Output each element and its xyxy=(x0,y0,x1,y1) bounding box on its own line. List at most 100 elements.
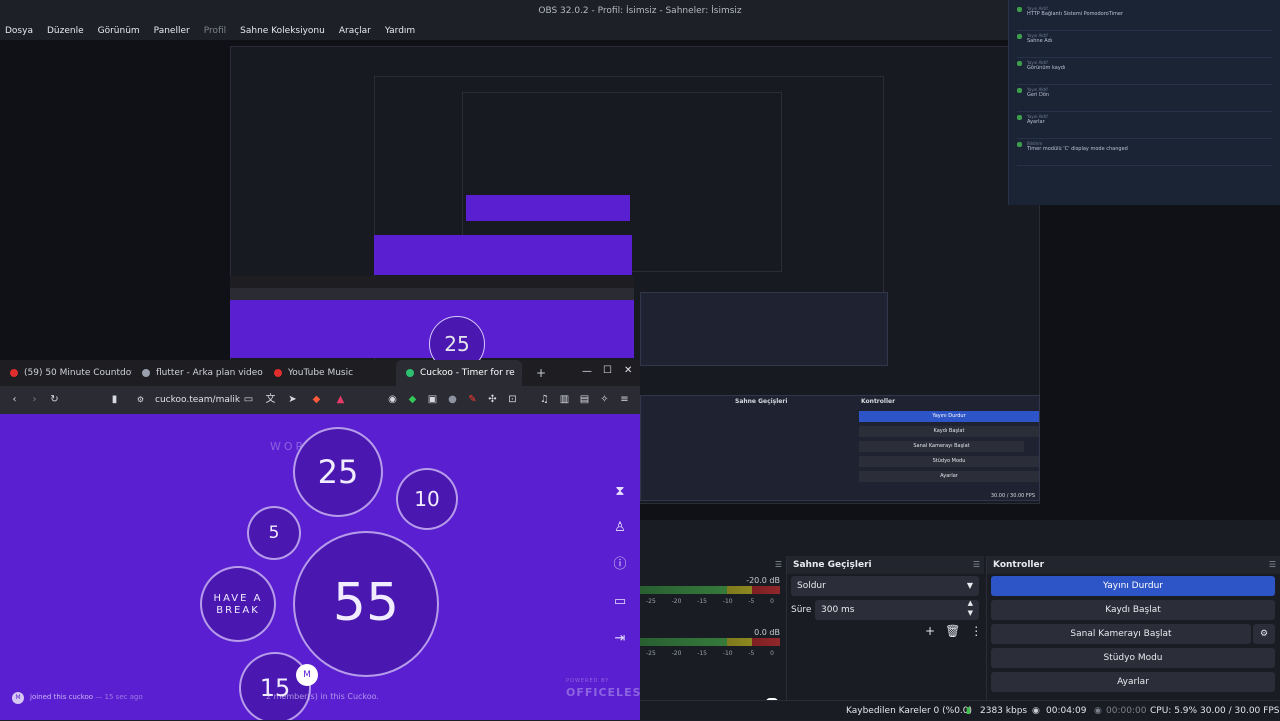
extension-2-icon[interactable]: ◆ xyxy=(406,393,419,406)
menu-dosya[interactable]: Dosya xyxy=(5,22,33,40)
tab-youtube-music[interactable]: YouTube Music xyxy=(264,360,396,386)
browser-toolbar: ‹ › ↻ ▮ ⚙ cuckoo.team/malik ▭ 文 ➤ ◆ ▲ ◉ … xyxy=(0,386,640,414)
stream-icon: ◉ xyxy=(1094,706,1102,716)
fps: 30.00 / 30.00 FPS xyxy=(1200,706,1280,716)
extension-1-icon[interactable]: ◉ xyxy=(386,393,399,406)
trash-icon[interactable]: 🗑 xyxy=(945,624,960,638)
audio-scale-2: -25 -20 -15 -10 -5 0 xyxy=(646,650,774,657)
preview-purple-2 xyxy=(374,235,632,275)
notification-item[interactable]: Bildirim Timer modülü 'C' display mode ch… xyxy=(1017,139,1272,166)
timer-15-button[interactable]: 15 xyxy=(239,652,311,720)
forward-icon[interactable]: › xyxy=(28,393,41,406)
notification-item[interactable]: Yayın Aktif Ayarlar xyxy=(1017,112,1272,139)
more-icon[interactable]: ⋮ xyxy=(970,624,982,638)
hourglass-icon[interactable]: ⧗ xyxy=(612,484,628,500)
virtual-camera-button[interactable]: Sanal Kamerayı Başlat xyxy=(991,624,1251,644)
break-button[interactable]: HAVE A BREAK xyxy=(200,566,276,642)
menu-yardim[interactable]: Yardım xyxy=(385,22,415,40)
activity-text: joined this cuckoo — 15 sec ago xyxy=(30,693,143,701)
add-icon[interactable]: + xyxy=(925,624,935,638)
dock-menu-icon[interactable]: ☰ xyxy=(973,556,980,574)
duration-label: Süre xyxy=(791,605,812,615)
back-icon[interactable]: ‹ xyxy=(8,393,21,406)
screen-icon[interactable]: ▭ xyxy=(242,393,255,406)
start-record-button[interactable]: Kaydı Başlat xyxy=(991,600,1275,620)
menu-gorunum[interactable]: Görünüm xyxy=(98,22,140,40)
logout-icon[interactable]: ⇥ xyxy=(612,631,628,647)
timer-5-button[interactable]: 5 xyxy=(247,506,301,560)
leo-icon[interactable]: ✧ xyxy=(598,393,611,406)
close-window-icon[interactable]: ✕ xyxy=(624,365,632,376)
cuckoo-page: WORK TIME 25 10 5 55 HAVE A BREAK 15 M 2… xyxy=(0,414,640,720)
preview-docks-mini xyxy=(640,292,888,366)
address-bar[interactable]: cuckoo.team/malik xyxy=(155,392,240,408)
menu-araclar[interactable]: Araçlar xyxy=(339,22,371,40)
hamburger-menu-icon[interactable]: ≡ xyxy=(618,393,631,406)
preview-purple-3 xyxy=(466,195,630,221)
extension-4-icon[interactable]: ● xyxy=(446,393,459,406)
bitrate: 2383 kbps xyxy=(980,706,1028,716)
transition-select[interactable]: Soldur ▼ xyxy=(791,576,979,596)
notification-item[interactable]: Yayın Aktif Geri Dön xyxy=(1017,85,1272,112)
translate-icon[interactable]: 文 xyxy=(264,393,277,406)
user-icon[interactable]: ♙ xyxy=(612,520,628,536)
music-icon[interactable]: ♫ xyxy=(538,393,551,406)
chevron-down-icon: ▼ xyxy=(966,581,973,590)
puzzle-icon[interactable]: ✣ xyxy=(486,393,499,406)
spinner-icon[interactable]: ▲ ▼ xyxy=(968,598,973,618)
gear-icon[interactable]: ⚙ xyxy=(1253,624,1275,644)
close-tab-icon[interactable]: ✕ xyxy=(521,360,522,386)
menu-paneller[interactable]: Paneller xyxy=(154,22,190,40)
menu-profil[interactable]: Profil xyxy=(204,22,226,40)
info-icon[interactable]: ⓘ xyxy=(612,557,628,573)
obs-status-bar: Kaybedilen Kareler 0 (%0.0) ▮ 2383 kbps … xyxy=(640,700,1280,720)
stop-stream-button[interactable]: Yayını Durdur xyxy=(991,576,1275,596)
site-info-icon[interactable]: ⚙ xyxy=(134,393,147,406)
controls-dock: Kontroller ☰ Yayını Durdur Kaydı Başlat S… xyxy=(986,556,1280,700)
studio-mode-button[interactable]: Stüdyo Modu xyxy=(991,648,1275,668)
transitions-header: Sahne Geçişleri ☰ xyxy=(787,556,984,574)
bookmark-icon[interactable]: ▮ xyxy=(108,393,121,406)
avatar[interactable]: M xyxy=(296,664,318,686)
duration-input[interactable]: 300 ms ▲ ▼ xyxy=(815,598,979,620)
timer-10-button[interactable]: 10 xyxy=(396,468,458,530)
settings-button[interactable]: Ayarlar xyxy=(991,672,1275,692)
dock-menu-icon[interactable]: ☰ xyxy=(1269,556,1276,574)
preview-status: 30.00 / 30.00 FPS xyxy=(990,493,1035,499)
record-icon: ◉ xyxy=(1032,706,1040,716)
timer-25-button[interactable]: 25 xyxy=(293,427,383,517)
capture-icon[interactable]: ⊡ xyxy=(506,393,519,406)
preview-docks: Sahne Geçişleri Kontroller Yayını Durdur… xyxy=(640,395,1040,501)
dock-menu-icon[interactable]: ☰ xyxy=(775,556,782,574)
preview-studio: Stüdyo Modu xyxy=(859,456,1039,467)
send-icon[interactable]: ➤ xyxy=(286,393,299,406)
menu-sahne-koleksiyonu[interactable]: Sahne Koleksiyonu xyxy=(240,22,325,40)
chat-icon[interactable]: ▭ xyxy=(612,594,628,610)
wallet-icon[interactable]: ▤ xyxy=(578,393,591,406)
new-tab-button[interactable]: + xyxy=(536,366,546,380)
reload-icon[interactable]: ↻ xyxy=(48,393,61,406)
rewards-icon[interactable]: ▲ xyxy=(334,393,347,406)
maximize-icon[interactable]: ☐ xyxy=(603,365,612,376)
mixer-db-1: -20.0 dB xyxy=(746,576,780,585)
mixer-db-2: 0.0 dB xyxy=(754,628,780,637)
notification-item[interactable]: Yayın Aktif Sahne Adı xyxy=(1017,31,1272,58)
sidebar-icon[interactable]: ▥ xyxy=(558,393,571,406)
tab-flutter[interactable]: flutter - Arka plan video ol xyxy=(132,360,264,386)
shield-icon[interactable]: ◆ xyxy=(310,393,323,406)
notifications-panel: Yayın Aktif HTTP Bağlantı Sistemi Pomodor… xyxy=(1008,0,1280,205)
notification-item[interactable]: Yayın Aktif HTTP Bağlantı Sistemi Pomodor… xyxy=(1017,4,1272,31)
preview-controls-hdr: Kontroller xyxy=(861,398,896,405)
tab-youtube-countdown[interactable]: (59) 50 Minute Countdow xyxy=(0,360,132,386)
extension-3-icon[interactable]: ▣ xyxy=(426,393,439,406)
transition-actions: + 🗑 ⋮ xyxy=(925,624,982,638)
tab-cuckoo[interactable]: Cuckoo - Timer for re✕ xyxy=(396,360,522,386)
stream-time: 00:00:00 xyxy=(1106,706,1147,716)
extension-5-icon[interactable]: ✎ xyxy=(466,393,479,406)
audio-mixer-dock: ☰ -20.0 dB -25 -20 -15 -10 -5 0 0.0 dB -25 -20… xyxy=(640,556,786,706)
notification-item[interactable]: Yayın Aktif Görünüm kaydı xyxy=(1017,58,1272,85)
preview-settings: Ayarlar xyxy=(859,471,1039,482)
minimize-icon[interactable]: — xyxy=(582,366,592,377)
timer-55-button[interactable]: 55 xyxy=(293,531,439,677)
menu-duzenle[interactable]: Düzenle xyxy=(47,22,84,40)
